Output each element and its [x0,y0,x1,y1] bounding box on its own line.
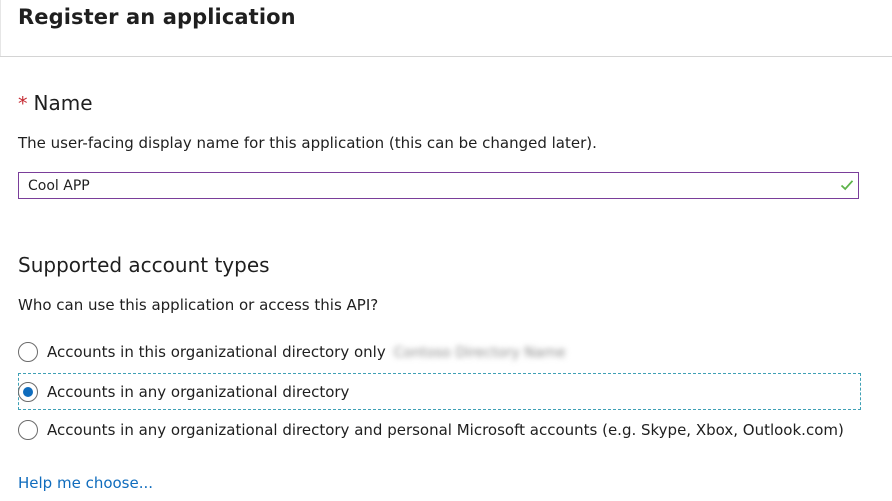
checkmark-icon [840,180,854,191]
radio-button[interactable] [18,342,38,362]
page-header: Register an application [0,0,892,57]
name-label: Name [33,91,93,115]
name-input[interactable] [19,173,828,198]
radio-selected-dot [23,387,33,397]
name-section-title: * Name [18,91,93,115]
help-me-choose-link[interactable]: Help me choose... [18,474,153,492]
header-divider [0,0,1,56]
radio-button[interactable] [18,420,38,440]
radio-label: Accounts in this organizational director… [47,343,566,361]
account-type-option-single-tenant[interactable]: Accounts in this organizational director… [18,336,861,373]
accounts-section-title: Supported account types [18,253,270,277]
page-title: Register an application [18,5,296,29]
radio-label: Accounts in any organizational directory [47,383,350,401]
account-type-option-multi-tenant[interactable]: Accounts in any organizational directory [18,373,861,410]
accounts-description: Who can use this application or access t… [18,296,379,314]
radio-button-selected[interactable] [18,382,38,402]
name-description: The user-facing display name for this ap… [18,134,597,152]
redacted-directory-name: Contoso Directory Name [393,345,566,361]
name-field[interactable] [18,172,859,199]
radio-label: Accounts in any organizational directory… [47,421,844,439]
account-type-option-multi-tenant-personal[interactable]: Accounts in any organizational directory… [18,414,861,451]
required-marker: * [18,93,28,115]
